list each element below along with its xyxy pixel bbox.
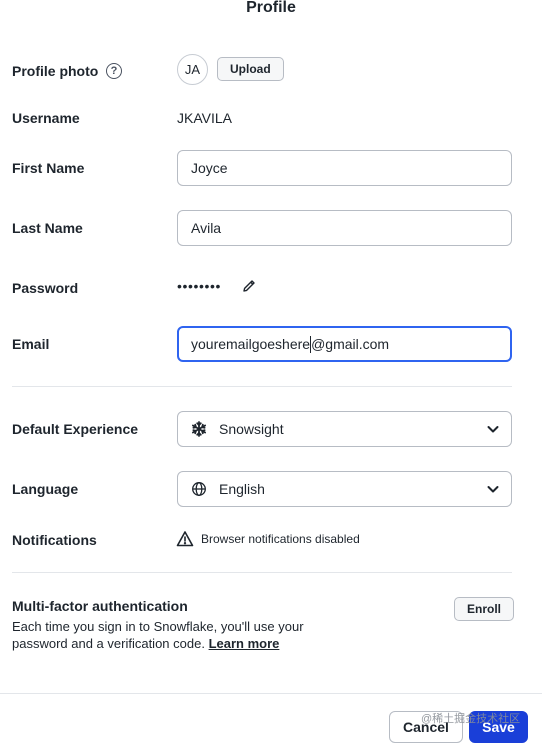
chevron-down-icon [487,486,499,493]
mfa-title: Multi-factor authentication [12,598,188,614]
email-field[interactable]: youremailgoeshere @gmail.com [177,326,512,362]
enroll-button[interactable]: Enroll [454,597,515,621]
globe-icon [190,480,208,498]
email-text-before-caret: youremailgoeshere [191,336,311,352]
warning-icon [176,531,194,547]
snowflake-icon [190,420,208,438]
learn-more-link[interactable]: Learn more [209,636,280,651]
first-name-field[interactable]: Joyce [177,150,512,186]
notifications-label: Notifications [12,532,97,548]
avatar: JA [177,54,208,85]
default-experience-label: Default Experience [12,421,139,437]
language-label: Language [12,481,79,497]
section-divider [12,572,512,573]
help-icon[interactable]: ? [106,63,122,79]
section-divider [12,386,512,387]
footer-divider [0,693,542,694]
password-label: Password [12,280,79,296]
password-value: •••••••• [177,278,222,294]
profile-dialog: Profile Profile photo ? JA Upload Userna… [0,0,542,743]
language-value: English [219,481,265,497]
last-name-field[interactable]: Avila [177,210,512,246]
notifications-status: Browser notifications disabled [201,532,360,546]
email-label: Email [12,336,50,352]
mfa-description: Each time you sign in to Snowflake, you'… [12,618,342,652]
username-label: Username [12,110,80,126]
default-experience-value: Snowsight [219,421,284,437]
default-experience-select[interactable]: Snowsight [177,411,512,447]
email-text-after-caret: @gmail.com [311,336,390,352]
username-value: JKAVILA [177,110,232,126]
dialog-title: Profile [246,0,296,16]
upload-button[interactable]: Upload [217,57,284,81]
watermark: @稀土掘金技术社区 [421,713,521,725]
chevron-down-icon [487,426,499,433]
profile-photo-label: Profile photo [12,63,99,79]
first-name-label: First Name [12,160,85,176]
last-name-label: Last Name [12,220,83,236]
pencil-icon[interactable] [241,278,257,294]
language-select[interactable]: English [177,471,512,507]
